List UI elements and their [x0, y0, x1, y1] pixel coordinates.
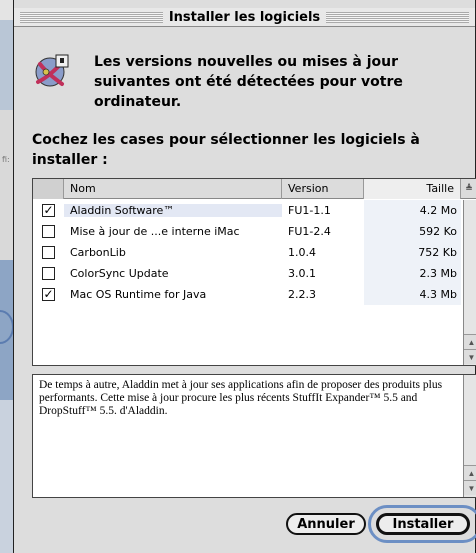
software-version: 3.0.1 [288, 267, 316, 280]
window-title: Installer les logiciels [168, 9, 321, 25]
title-bar[interactable]: Installer les logiciels [14, 8, 475, 27]
table-row[interactable]: ColorSync Update 3.0.1 2.3 Mb [33, 263, 463, 284]
row-checkbox[interactable] [42, 225, 55, 238]
software-list[interactable]: Nom Version Taille ≜ ✓ Aladdin Software™… [32, 178, 476, 366]
row-checkbox[interactable]: ✓ [42, 204, 55, 217]
list-scrollbar[interactable]: ▲ ▼ [463, 200, 476, 365]
software-size: 2.3 Mb [364, 263, 461, 284]
scroll-down-arrow-icon[interactable]: ▼ [464, 349, 476, 364]
column-header-checkbox[interactable] [33, 179, 64, 199]
row-checkbox[interactable] [42, 267, 55, 280]
table-row[interactable]: ✓ Mac OS Runtime for Java 2.2.3 4.3 Mb [33, 284, 463, 305]
description-box[interactable]: De temps à autre, Aladdin met à jour ses… [32, 374, 476, 498]
title-bar-stripes-right [326, 11, 469, 23]
title-bar-stripes-left [20, 11, 163, 23]
software-name: CarbonLib [70, 246, 126, 259]
description-text: De temps à autre, Aladdin met à jour ses… [39, 379, 443, 417]
software-name: ColorSync Update [70, 267, 169, 280]
software-rows: ✓ Aladdin Software™ FU1-1.1 4.2 Mo Mise … [33, 200, 463, 305]
software-name: Mise à jour de ...e interne iMac [70, 225, 240, 238]
column-header-size[interactable]: Taille [364, 179, 461, 199]
software-size: 752 Kb [364, 242, 461, 263]
scroll-up-arrow-icon[interactable]: ▲ [464, 465, 476, 480]
scroll-up-arrow-icon[interactable]: ▲ [464, 334, 476, 349]
software-version: FU1-1.1 [288, 204, 331, 217]
row-checkbox[interactable]: ✓ [42, 288, 55, 301]
software-version: 1.0.4 [288, 246, 316, 259]
column-header-name[interactable]: Nom [64, 179, 282, 199]
cancel-button[interactable]: Annuler [286, 513, 366, 535]
table-row[interactable]: ✓ Aladdin Software™ FU1-1.1 4.2 Mo [33, 200, 463, 221]
software-size: 4.3 Mb [364, 284, 461, 305]
software-name: Mac OS Runtime for Java [70, 288, 207, 301]
table-row[interactable]: Mise à jour de ...e interne iMac FU1-2.4… [33, 221, 463, 242]
row-checkbox[interactable] [42, 246, 55, 259]
software-name: Aladdin Software™ [64, 204, 282, 217]
sort-arrow-icon[interactable]: ≜ [461, 179, 476, 199]
software-version: FU1-2.4 [288, 225, 331, 238]
table-row[interactable]: CarbonLib 1.0.4 752 Kb [33, 242, 463, 263]
software-version: 2.2.3 [288, 288, 316, 301]
scroll-down-arrow-icon[interactable]: ▼ [464, 480, 476, 495]
install-button[interactable]: Installer [376, 513, 470, 535]
software-size: 4.2 Mo [364, 200, 461, 221]
software-size: 592 Ko [364, 221, 461, 242]
background-fragment-text: fi: [2, 155, 10, 164]
detected-updates-heading: Les versions nouvelles ou mises à jour s… [94, 54, 403, 110]
selection-instruction: Cochez les cases pour sélectionner les l… [32, 132, 420, 168]
aladdin-installer-icon [32, 52, 72, 92]
description-scrollbar[interactable]: ▲ ▼ [463, 375, 476, 497]
column-header-version[interactable]: Version [282, 179, 364, 199]
list-header: Nom Version Taille ≜ [33, 179, 476, 199]
installer-dialog: Installer les logiciels Les versions nou… [13, 0, 476, 553]
